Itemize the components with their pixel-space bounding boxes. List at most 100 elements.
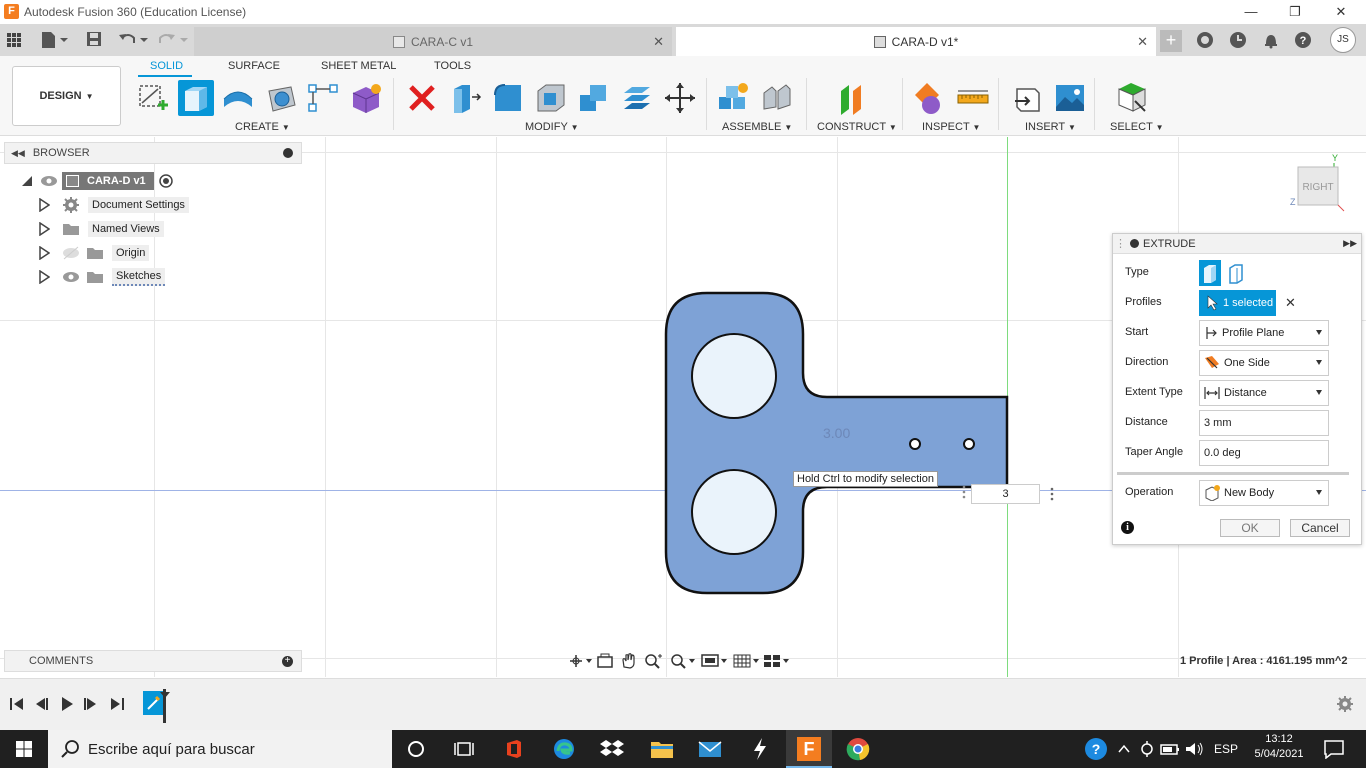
shell-icon[interactable] [533,80,569,116]
type-solid-button[interactable] [1199,260,1221,286]
tab-tools[interactable]: TOOLS [434,60,471,72]
volume-icon[interactable] [1182,737,1206,761]
offset-plane-icon[interactable] [834,80,870,116]
display-settings-icon[interactable] [700,653,728,672]
direction-select[interactable]: One Side [1199,350,1329,376]
add-comment-icon[interactable]: + [282,656,293,667]
expand-down-icon[interactable] [20,174,34,188]
hidden-eye-icon[interactable] [62,246,80,260]
operation-select[interactable]: New Body [1199,480,1329,506]
timeline-play-icon[interactable] [58,695,76,716]
browser-item-origin[interactable]: Origin [38,243,150,263]
bolt-app-icon[interactable] [748,737,772,761]
user-avatar[interactable]: JS [1330,27,1356,53]
profiles-selection-button[interactable]: 1 selected [1199,290,1276,316]
taper-angle-input[interactable]: 0.0 deg [1199,440,1329,466]
delete-icon[interactable] [404,80,440,116]
sketch-point[interactable] [963,438,975,450]
edge-browser-icon[interactable] [552,737,576,761]
help-icon[interactable]: ? [1294,31,1312,52]
construct-group-label[interactable]: CONSTRUCT ▼ [817,121,897,133]
windows-start-icon[interactable] [12,737,36,761]
comments-panel[interactable]: COMMENTS + [4,650,302,672]
restore-button[interactable]: ❐ [1272,0,1318,24]
tab-sheet-metal[interactable]: SHEET METAL [321,60,396,72]
dialog-collapse-icon[interactable] [1130,239,1139,248]
pan-hand-icon[interactable] [620,652,638,672]
type-thin-button[interactable] [1225,260,1247,286]
hole-icon[interactable] [264,80,300,116]
profile-hole-bottom[interactable] [691,469,777,555]
dropbox-icon[interactable] [600,737,624,761]
taskbar-search-box[interactable]: Escribe aquí para buscar [48,730,392,768]
new-component-icon[interactable] [716,80,752,116]
timeline-settings-gear-icon[interactable] [1336,695,1354,716]
create-form-icon[interactable] [348,80,384,116]
expand-right-icon[interactable] [38,198,50,212]
move-copy-icon[interactable] [662,80,698,116]
job-status-icon[interactable] [1229,31,1247,52]
extrude-icon[interactable] [178,80,214,116]
collapse-panel-icon[interactable]: ◀◀ [11,148,25,159]
close-tab-icon[interactable]: ✕ [1137,34,1148,50]
measure-icon[interactable] [955,80,991,116]
visibility-eye-icon[interactable] [40,174,58,188]
viewports-icon[interactable] [762,653,790,672]
task-view-icon[interactable] [452,737,476,761]
distance-manipulator-input[interactable]: 3 [971,484,1040,504]
info-icon[interactable]: i [1121,521,1134,534]
chevron-up-icon[interactable] [1112,737,1136,761]
inspect-group-label[interactable]: INSPECT ▼ [922,121,980,133]
tab-cara-d[interactable]: CARA-D v1* ✕ [676,27,1156,56]
extent-type-select[interactable]: Distance [1199,380,1329,406]
combine-icon[interactable] [576,80,612,116]
root-component-label[interactable]: CARA-D v1 [62,172,154,190]
chrome-icon[interactable] [846,737,870,761]
taskbar-clock[interactable]: 13:12 5/04/2021 [1250,733,1308,760]
more-options-icon[interactable] [1046,484,1058,504]
browser-item-named-views[interactable]: Named Views [38,219,164,239]
clear-selection-icon[interactable]: ✕ [1285,295,1296,311]
input-drag-handle-icon[interactable] [958,482,970,502]
timeline-previous-icon[interactable] [32,695,50,716]
expand-right-icon[interactable] [38,270,50,284]
tab-solid[interactable]: SOLID [150,60,183,72]
file-menu-icon[interactable] [40,31,68,52]
create-group-label[interactable]: CREATE ▼ [235,121,290,133]
assemble-group-label[interactable]: ASSEMBLE ▼ [722,121,792,133]
office-icon[interactable] [502,737,526,761]
orbit-icon[interactable] [568,653,592,672]
joint-icon[interactable] [759,80,795,116]
modify-group-label[interactable]: MODIFY ▼ [525,121,579,133]
browser-root-row[interactable]: CARA-D v1 [20,171,174,191]
pattern-icon[interactable] [305,80,341,116]
sketch-point[interactable] [909,438,921,450]
revolve-icon[interactable] [220,80,256,116]
file-explorer-icon[interactable] [650,737,674,761]
activate-radio-icon[interactable] [158,173,174,189]
mail-icon[interactable] [698,737,722,761]
panel-minimize-icon[interactable] [283,148,293,158]
extensions-icon[interactable] [1196,31,1214,52]
start-select[interactable]: Profile Plane [1199,320,1329,346]
minimize-button[interactable]: — [1228,0,1274,24]
close-tab-icon[interactable]: ✕ [653,34,664,50]
expand-right-icon[interactable] [38,246,50,260]
select-icon[interactable] [1114,80,1150,116]
browser-header[interactable]: ◀◀ BROWSER [4,142,302,164]
timeline-last-icon[interactable] [108,695,126,716]
visibility-eye-icon[interactable] [62,270,80,284]
cortana-icon[interactable] [404,737,428,761]
sketch-profile[interactable] [660,287,1020,597]
timeline-next-icon[interactable] [82,695,100,716]
fit-zoom-icon[interactable] [670,653,696,672]
fusion-taskbar-button[interactable]: F [786,730,832,768]
close-window-button[interactable]: ✕ [1318,0,1364,24]
cancel-button[interactable]: Cancel [1290,519,1350,537]
new-tab-plus-icon[interactable]: + [1160,30,1182,52]
create-sketch-icon[interactable] [135,80,171,116]
select-group-label[interactable]: SELECT ▼ [1110,121,1164,133]
grid-settings-icon[interactable] [732,653,760,672]
undo-icon[interactable] [118,31,148,50]
timeline-first-icon[interactable] [8,695,26,716]
